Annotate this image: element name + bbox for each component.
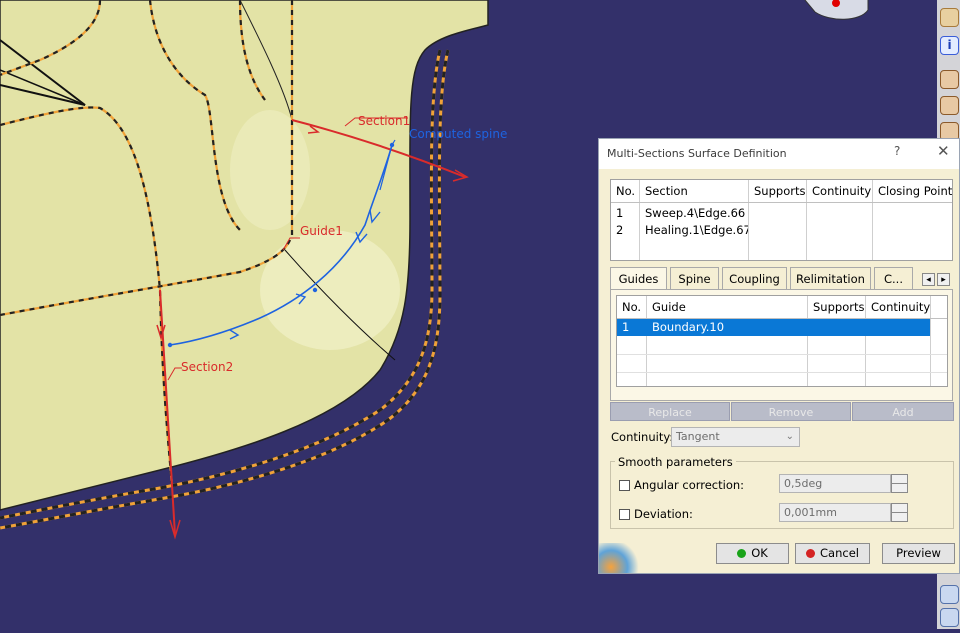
multi-sections-dialog: Multi-Sections Surface Definition ? ✕ No… — [598, 138, 960, 574]
computed-spine-label: Computed spine — [409, 127, 508, 141]
deviation-input[interactable]: 0,001mm — [779, 503, 891, 522]
table-cell[interactable]: Boundary.10 — [647, 319, 807, 337]
column-header[interactable]: Guide — [647, 298, 807, 316]
angular-correction-checkbox[interactable] — [619, 480, 630, 491]
sections-table[interactable]: No. Section Supports Continuity Closing … — [610, 179, 953, 261]
column-header[interactable]: No. — [617, 298, 646, 316]
continuity-label: Continuity: — [611, 430, 674, 444]
tab-guides[interactable]: Guides — [610, 267, 667, 289]
cancel-label: Cancel — [820, 546, 859, 560]
table-cell[interactable]: 1 — [617, 319, 646, 337]
tab-scroll-right[interactable]: ▸ — [937, 273, 950, 286]
dialog-title: Multi-Sections Surface Definition — [607, 147, 787, 160]
column-header[interactable]: Section — [640, 182, 748, 200]
angular-correction-label: Angular correction: — [634, 478, 745, 492]
deviation-spinner[interactable] — [891, 503, 908, 522]
cancel-button[interactable]: Cancel — [795, 543, 870, 564]
chevron-down-icon: ⌄ — [785, 431, 794, 442]
tab-spine[interactable]: Spine — [670, 267, 719, 289]
user-icon[interactable] — [940, 70, 959, 89]
smooth-parameters-title: Smooth parameters — [615, 455, 736, 469]
add-button[interactable]: Add — [852, 402, 954, 421]
column-header[interactable]: Supports — [808, 298, 865, 316]
column-header[interactable]: Continuity — [866, 298, 930, 316]
dialog-body: No. Section Supports Continuity Closing … — [599, 169, 959, 573]
deviation-checkbox[interactable] — [619, 509, 630, 520]
tab-scroll-left[interactable]: ◂ — [922, 273, 935, 286]
preview-button[interactable]: Preview — [882, 543, 955, 564]
info-icon[interactable]: i — [940, 36, 959, 55]
replace-button[interactable]: Replace — [610, 402, 730, 421]
angular-correction-spinner[interactable] — [891, 474, 908, 493]
column-header[interactable]: Supports — [749, 182, 806, 200]
table-cell[interactable]: 1 — [611, 204, 639, 222]
column-header[interactable]: Continuity — [807, 182, 872, 200]
section1-label: Section1 — [358, 114, 411, 128]
user-icon[interactable] — [940, 96, 959, 115]
table-cell[interactable]: Sweep.4\Edge.66 — [640, 204, 748, 222]
cancel-icon — [806, 549, 816, 558]
column-header[interactable]: No. — [611, 182, 639, 200]
continuity-value: Tangent — [676, 430, 720, 443]
guides-table[interactable]: No. Guide Supports Continuity 1 Boundary… — [616, 295, 948, 387]
info-icon[interactable] — [940, 8, 959, 27]
ok-icon — [737, 549, 747, 558]
continuity-select[interactable]: Tangent ⌄ — [671, 427, 800, 447]
user-icon[interactable] — [940, 608, 959, 627]
tab-relimitation[interactable]: Relimitation — [790, 267, 871, 289]
tab-coupling[interactable]: Coupling — [722, 267, 787, 289]
close-button[interactable]: ✕ — [937, 142, 950, 160]
help-button[interactable]: ? — [894, 144, 900, 158]
globe-icon — [599, 543, 639, 573]
ok-label: OK — [751, 546, 768, 560]
tab-more[interactable]: C... — [874, 267, 913, 289]
deviation-label: Deviation: — [634, 507, 693, 521]
section2-label: Section2 — [181, 360, 234, 374]
user-icon[interactable] — [940, 585, 959, 604]
table-cell[interactable]: 2 — [611, 221, 639, 239]
column-header[interactable]: Closing Point — [873, 182, 953, 200]
ok-button[interactable]: OK — [716, 543, 789, 564]
remove-button[interactable]: Remove — [731, 402, 851, 421]
table-cell[interactable]: Healing.1\Edge.67 — [640, 221, 748, 239]
angular-correction-input[interactable]: 0,5deg — [779, 474, 891, 493]
guide1-label: Guide1 — [300, 224, 343, 238]
